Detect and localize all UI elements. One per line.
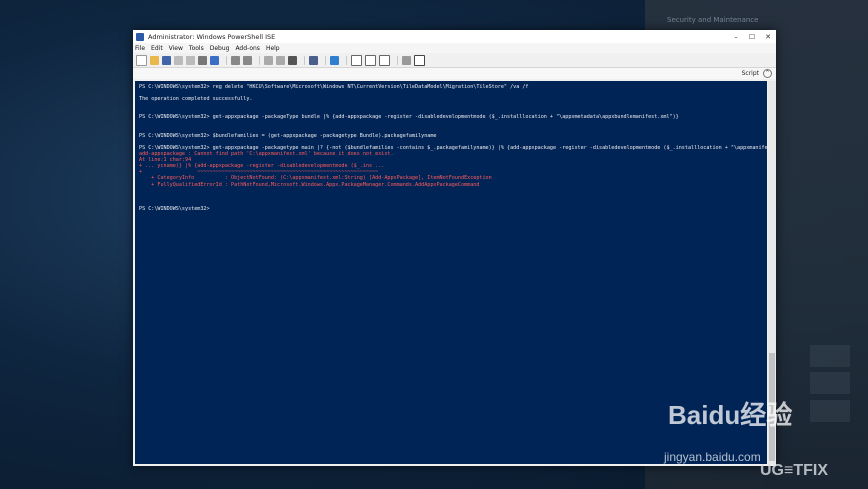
baidu-url-watermark: jingyan.baidu.com — [664, 450, 761, 464]
menu-help[interactable]: Help — [266, 45, 280, 52]
menu-addons[interactable]: Add-ons — [235, 45, 260, 52]
clear-console-icon[interactable] — [210, 55, 219, 65]
pane-max-icon[interactable] — [379, 54, 390, 66]
panel-title: Security and Maintenance — [667, 16, 759, 24]
script-pane-label[interactable]: Script — [742, 70, 759, 77]
cut-icon[interactable] — [174, 55, 183, 65]
menu-bar: File Edit View Tools Debug Add-ons Help — [133, 43, 776, 53]
show-script-pane-icon[interactable] — [402, 55, 411, 65]
pane-top-icon[interactable] — [351, 54, 362, 66]
run-script-icon[interactable] — [264, 55, 273, 65]
run-selection-icon[interactable] — [276, 55, 285, 65]
redo-icon[interactable] — [243, 55, 252, 65]
menu-view[interactable]: View — [169, 45, 183, 52]
console-line: PS C:\WINDOWS\system32> — [139, 205, 210, 212]
window-controls: – ☐ ✕ — [728, 33, 776, 41]
toolbar-separator — [226, 55, 227, 65]
toolbar-separator — [346, 55, 347, 65]
toolbar-separator — [325, 55, 326, 65]
toolbar-separator — [304, 55, 305, 65]
new-file-icon[interactable] — [136, 54, 147, 66]
toolbar — [133, 53, 776, 68]
panel-tile — [810, 345, 850, 367]
baidu-watermark: Baidu经验 — [668, 400, 793, 430]
undo-icon[interactable] — [231, 55, 240, 65]
menu-tools[interactable]: Tools — [189, 45, 204, 52]
panel-tile — [810, 400, 850, 422]
window-title: Administrator: Windows PowerShell ISE — [148, 32, 276, 41]
stop-icon[interactable] — [288, 55, 297, 65]
script-pane-bar: Script ^ — [133, 68, 776, 79]
close-button[interactable]: ✕ — [760, 33, 776, 41]
show-commands-icon[interactable] — [414, 54, 425, 66]
menu-debug[interactable]: Debug — [210, 45, 230, 52]
menu-edit[interactable]: Edit — [151, 45, 163, 52]
maximize-button[interactable]: ☐ — [744, 33, 760, 41]
ugetfix-watermark: UG≡TFIX — [760, 462, 828, 479]
save-icon[interactable] — [162, 55, 171, 65]
toolbar-separator — [259, 55, 260, 65]
menu-file[interactable]: File — [135, 45, 145, 52]
panel-tile — [810, 372, 850, 394]
title-bar[interactable]: Administrator: Windows PowerShell ISE – … — [133, 30, 776, 43]
expand-script-pane-icon[interactable]: ^ — [763, 69, 772, 78]
start-powershell-icon[interactable] — [330, 55, 339, 65]
paste-icon[interactable] — [198, 55, 207, 65]
console-line: PS C:\WINDOWS\system32> get-appxpackage … — [139, 114, 679, 121]
pane-right-icon[interactable] — [365, 54, 376, 66]
toolbar-separator — [397, 55, 398, 65]
open-folder-icon[interactable] — [150, 55, 159, 65]
minimize-button[interactable]: – — [728, 33, 744, 41]
powershell-icon — [136, 32, 144, 41]
copy-icon[interactable] — [186, 55, 195, 65]
remote-powershell-icon[interactable] — [309, 55, 318, 65]
